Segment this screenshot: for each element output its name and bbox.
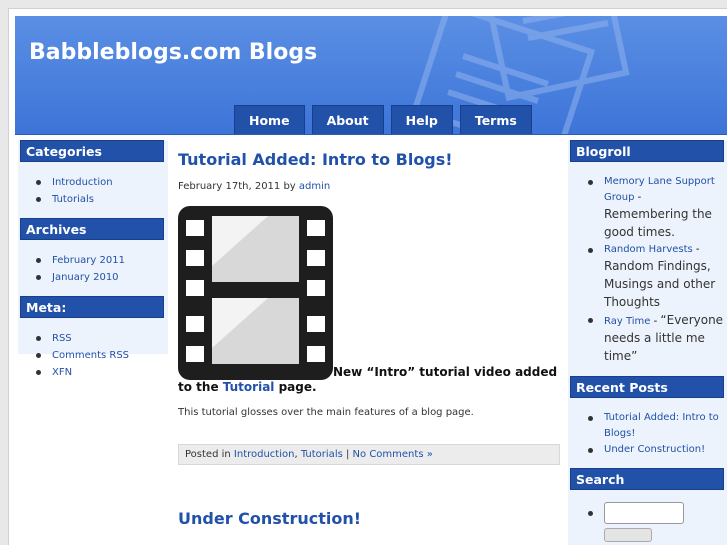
blogroll-link[interactable]: Memory Lane Support Group bbox=[604, 176, 715, 203]
comments-link[interactable]: No Comments » bbox=[353, 449, 433, 460]
main-nav: Home About Help Terms bbox=[234, 105, 532, 134]
list-item: Comments RSS bbox=[18, 347, 168, 364]
list-item: February 2011 bbox=[18, 252, 168, 269]
archives-list: February 2011 January 2010 bbox=[18, 240, 168, 296]
post-body-text-end: page. bbox=[274, 380, 317, 394]
meta-list: RSS Comments RSS XFN bbox=[18, 318, 168, 391]
archive-link[interactable]: February 2011 bbox=[52, 255, 125, 266]
list-item: Tutorial Added: Intro to Blogs! bbox=[568, 410, 727, 442]
list-item: XFN bbox=[18, 364, 168, 381]
separator: - bbox=[692, 244, 700, 255]
meta-link[interactable]: Comments RSS bbox=[52, 350, 129, 361]
categories-list: Introduction Tutorials bbox=[18, 162, 168, 218]
recent-post-link[interactable]: Tutorial Added: Intro to Blogs! bbox=[604, 412, 719, 439]
category-link[interactable]: Tutorials bbox=[52, 194, 94, 205]
search-button[interactable] bbox=[604, 528, 652, 542]
author-link[interactable]: admin bbox=[299, 181, 330, 192]
posted-in-label: Posted in bbox=[185, 449, 234, 460]
site-header: Babbleblogs.com Blogs Home About Help Te… bbox=[15, 16, 727, 135]
list-item: Random Harvests - Random Findings, Musin… bbox=[568, 242, 727, 312]
post-title[interactable]: Tutorial Added: Intro to Blogs! bbox=[178, 150, 563, 169]
post-paragraph: This tutorial glosses over the main feat… bbox=[178, 407, 474, 418]
nav-terms[interactable]: Terms bbox=[459, 105, 532, 134]
post-date: February 17th, 2011 by bbox=[178, 181, 299, 192]
recent-posts-title: Recent Posts bbox=[570, 376, 724, 398]
list-item: Ray Time - “Everyone needs a little me t… bbox=[568, 312, 727, 366]
separator: | bbox=[342, 449, 353, 460]
post-meta: February 17th, 2011 by admin bbox=[178, 181, 563, 192]
blogroll-link[interactable]: Random Harvests bbox=[604, 244, 693, 255]
list-item: Introduction bbox=[18, 174, 168, 191]
site-title[interactable]: Babbleblogs.com Blogs bbox=[29, 40, 317, 65]
nav-about[interactable]: About bbox=[311, 105, 384, 134]
film-strip-icon[interactable] bbox=[178, 206, 333, 380]
nav-home[interactable]: Home bbox=[234, 105, 305, 134]
post-metadata: Posted in Introduction, Tutorials | No C… bbox=[178, 444, 560, 465]
post-title[interactable]: Under Construction! bbox=[178, 509, 563, 528]
meta-link[interactable]: RSS bbox=[52, 333, 72, 344]
blogroll-link[interactable]: Ray Time bbox=[604, 316, 650, 327]
meta-title: Meta: bbox=[20, 296, 164, 318]
right-sidebar: Blogroll Memory Lane Support Group - Rem… bbox=[568, 140, 727, 545]
meta-link[interactable]: XFN bbox=[52, 367, 72, 378]
nav-help[interactable]: Help bbox=[390, 105, 453, 134]
list-item: January 2010 bbox=[18, 269, 168, 286]
category-link[interactable]: Introduction bbox=[52, 177, 113, 188]
post-category-link[interactable]: Tutorials bbox=[301, 449, 343, 460]
search-title: Search bbox=[570, 468, 724, 490]
recent-posts-list: Tutorial Added: Intro to Blogs! Under Co… bbox=[568, 398, 727, 468]
separator: - bbox=[650, 316, 661, 327]
main-content: Tutorial Added: Intro to Blogs! February… bbox=[178, 140, 563, 528]
post-body: New “Intro” tutorial video added to the … bbox=[178, 206, 563, 395]
blogroll-description: Remembering the good times. bbox=[604, 207, 712, 239]
search-input[interactable] bbox=[604, 502, 684, 524]
archive-link[interactable]: January 2010 bbox=[52, 272, 119, 283]
list-item: RSS bbox=[18, 330, 168, 347]
page-frame: Babbleblogs.com Blogs Home About Help Te… bbox=[8, 8, 727, 545]
separator: - bbox=[634, 192, 642, 203]
list-item: Memory Lane Support Group - Remembering … bbox=[568, 174, 727, 242]
left-sidebar: Categories Introduction Tutorials Archiv… bbox=[18, 140, 168, 378]
blogroll-description: Random Findings, Musings and other Thoug… bbox=[604, 259, 716, 309]
blogroll-list: Memory Lane Support Group - Remembering … bbox=[568, 162, 727, 376]
list-item: Tutorials bbox=[18, 191, 168, 208]
list-item: Under Construction! bbox=[568, 442, 727, 458]
tutorial-page-link[interactable]: Tutorial bbox=[223, 380, 275, 394]
categories-title: Categories bbox=[20, 140, 164, 162]
archives-title: Archives bbox=[20, 218, 164, 240]
post-category-link[interactable]: Introduction bbox=[234, 449, 295, 460]
search-form bbox=[568, 490, 727, 542]
blogroll-title: Blogroll bbox=[570, 140, 724, 162]
recent-post-link[interactable]: Under Construction! bbox=[604, 444, 705, 455]
